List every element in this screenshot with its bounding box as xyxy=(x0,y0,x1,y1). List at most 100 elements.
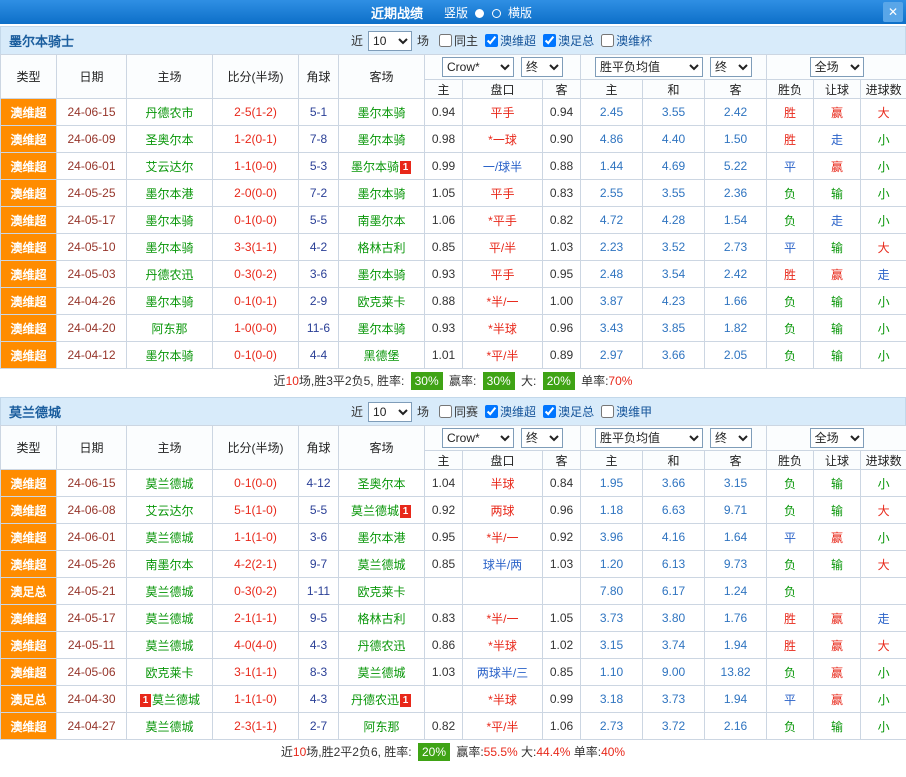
cell-odds-away: 1.02 xyxy=(543,632,581,659)
checkbox-label: 澳维杯 xyxy=(616,32,652,49)
footer-segment: 近 xyxy=(274,374,286,388)
col-lose: 客 xyxy=(705,451,767,470)
cell-draw-odds: 3.85 xyxy=(643,315,705,342)
cell-handicap-result: 赢 xyxy=(814,261,861,288)
cell-result: 胜 xyxy=(767,261,814,288)
games-count-select[interactable]: 10 xyxy=(368,402,412,422)
cell-home-team: 墨尔本骑 xyxy=(127,342,213,369)
radio-vertical-label[interactable]: 竖版 xyxy=(444,6,468,20)
team-name-text: 莫兰德城 xyxy=(351,504,399,518)
cell-score: 4-0(4-0) xyxy=(213,632,299,659)
cell-draw-odds: 3.54 xyxy=(643,261,705,288)
cell-corner: 7-8 xyxy=(299,126,339,153)
cell-corner: 4-3 xyxy=(299,686,339,713)
cell-handicap-result: 输 xyxy=(814,234,861,261)
cell-league: 澳足总 xyxy=(1,578,57,605)
cell-win-odds: 1.10 xyxy=(581,659,643,686)
col-away: 客场 xyxy=(339,55,425,99)
cell-home-team: 莫兰德城 xyxy=(127,713,213,740)
cell-goals: 小 xyxy=(861,713,906,740)
cell-odds-away: 1.05 xyxy=(543,605,581,632)
cell-draw-odds: 6.17 xyxy=(643,578,705,605)
cell-corner: 7-2 xyxy=(299,180,339,207)
filter-checkbox[interactable]: 澳维杯 xyxy=(601,32,652,49)
match-row: 澳维超24-05-03丹德农迅0-3(0-2)3-6墨尔本骑0.93平手0.95… xyxy=(1,261,906,288)
cell-goals: 小 xyxy=(861,470,906,497)
cell-corner: 5-1 xyxy=(299,99,339,126)
cell-home-team: 莫兰德城 xyxy=(127,605,213,632)
company-select[interactable]: Crow* xyxy=(442,57,514,77)
col-draw: 和 xyxy=(643,80,705,99)
red-card-badge: 1 xyxy=(400,161,411,174)
handicap-select-cell: Crow* 终 xyxy=(425,55,581,80)
filter-checkbox[interactable]: 同主 xyxy=(439,32,478,49)
radio-horizontal-icon[interactable] xyxy=(492,9,501,18)
footer-segment: 30% xyxy=(483,372,515,390)
final-odds-select-2[interactable]: 终 xyxy=(710,57,752,77)
cell-away-team: 墨尔本港 xyxy=(339,524,425,551)
avg-odds-select[interactable]: 胜平负均值 xyxy=(595,57,703,77)
col-win: 主 xyxy=(581,451,643,470)
cell-corner: 2-7 xyxy=(299,713,339,740)
games-count-select[interactable]: 10 xyxy=(368,31,412,51)
cell-corner: 1-11 xyxy=(299,578,339,605)
cell-handicap: *平/半 xyxy=(463,713,543,740)
cell-away-team: 格林古利 xyxy=(339,234,425,261)
cell-win-odds: 3.43 xyxy=(581,315,643,342)
cell-date: 24-05-06 xyxy=(57,659,127,686)
cell-odds-home: 0.85 xyxy=(425,234,463,261)
checkbox-label: 澳维甲 xyxy=(616,403,652,420)
cell-result: 负 xyxy=(767,713,814,740)
company-select[interactable]: Crow* xyxy=(442,428,514,448)
col-let: 让球 xyxy=(814,80,861,99)
results-table: 类型 日期 主场 比分(半场) 角球 客场 Crow* 终 胜平负均值 xyxy=(0,54,906,369)
cell-result: 平 xyxy=(767,686,814,713)
filter-checkbox[interactable]: 澳维甲 xyxy=(601,403,652,420)
cell-date: 24-06-09 xyxy=(57,126,127,153)
checkbox-input[interactable] xyxy=(601,405,614,418)
avg-odds-select[interactable]: 胜平负均值 xyxy=(595,428,703,448)
final-odds-select-2[interactable]: 终 xyxy=(710,428,752,448)
cell-home-team: 莫兰德城 xyxy=(127,470,213,497)
checkbox-input[interactable] xyxy=(439,34,452,47)
handicap-select-cell: Crow* 终 xyxy=(425,426,581,451)
cell-goals: 小 xyxy=(861,315,906,342)
checkbox-input[interactable] xyxy=(439,405,452,418)
scope-select[interactable]: 全场 xyxy=(810,428,864,448)
filter-checkbox[interactable]: 澳足总 xyxy=(543,403,594,420)
scope-select[interactable]: 全场 xyxy=(810,57,864,77)
checkbox-input[interactable] xyxy=(485,34,498,47)
checkbox-input[interactable] xyxy=(543,34,556,47)
footer-segment: 近 xyxy=(281,745,293,759)
cell-corner: 5-3 xyxy=(299,153,339,180)
filter-checkbox[interactable]: 澳足总 xyxy=(543,32,594,49)
cell-corner: 11-6 xyxy=(299,315,339,342)
final-odds-select-1[interactable]: 终 xyxy=(521,428,563,448)
radio-horizontal-label[interactable]: 横版 xyxy=(508,6,532,20)
cell-date: 24-05-03 xyxy=(57,261,127,288)
final-odds-select-1[interactable]: 终 xyxy=(521,57,563,77)
radio-vertical-selected-icon[interactable] xyxy=(475,9,484,18)
cell-league: 澳维超 xyxy=(1,261,57,288)
cell-handicap: 平手 xyxy=(463,99,543,126)
cell-date: 24-06-15 xyxy=(57,470,127,497)
checkbox-input[interactable] xyxy=(543,405,556,418)
cell-home-team: 莫兰德城 xyxy=(127,632,213,659)
cell-goals: 大 xyxy=(861,497,906,524)
cell-handicap-result: 输 xyxy=(814,713,861,740)
filter-checkbox[interactable]: 澳维超 xyxy=(485,403,536,420)
close-button[interactable]: ✕ xyxy=(883,2,903,22)
cell-handicap: *半/一 xyxy=(463,605,543,632)
cell-league: 澳维超 xyxy=(1,234,57,261)
checkbox-input[interactable] xyxy=(601,34,614,47)
filter-checkbox[interactable]: 澳维超 xyxy=(485,32,536,49)
cell-goals: 小 xyxy=(861,288,906,315)
cell-lose-odds: 2.05 xyxy=(705,342,767,369)
cell-lose-odds: 9.71 xyxy=(705,497,767,524)
filter-checkbox[interactable]: 同赛 xyxy=(439,403,478,420)
cell-away-team: 圣奥尔本 xyxy=(339,470,425,497)
checkbox-label: 澳足总 xyxy=(558,403,594,420)
cell-handicap: 半球 xyxy=(463,470,543,497)
checkbox-input[interactable] xyxy=(485,405,498,418)
cell-score: 2-1(1-1) xyxy=(213,605,299,632)
